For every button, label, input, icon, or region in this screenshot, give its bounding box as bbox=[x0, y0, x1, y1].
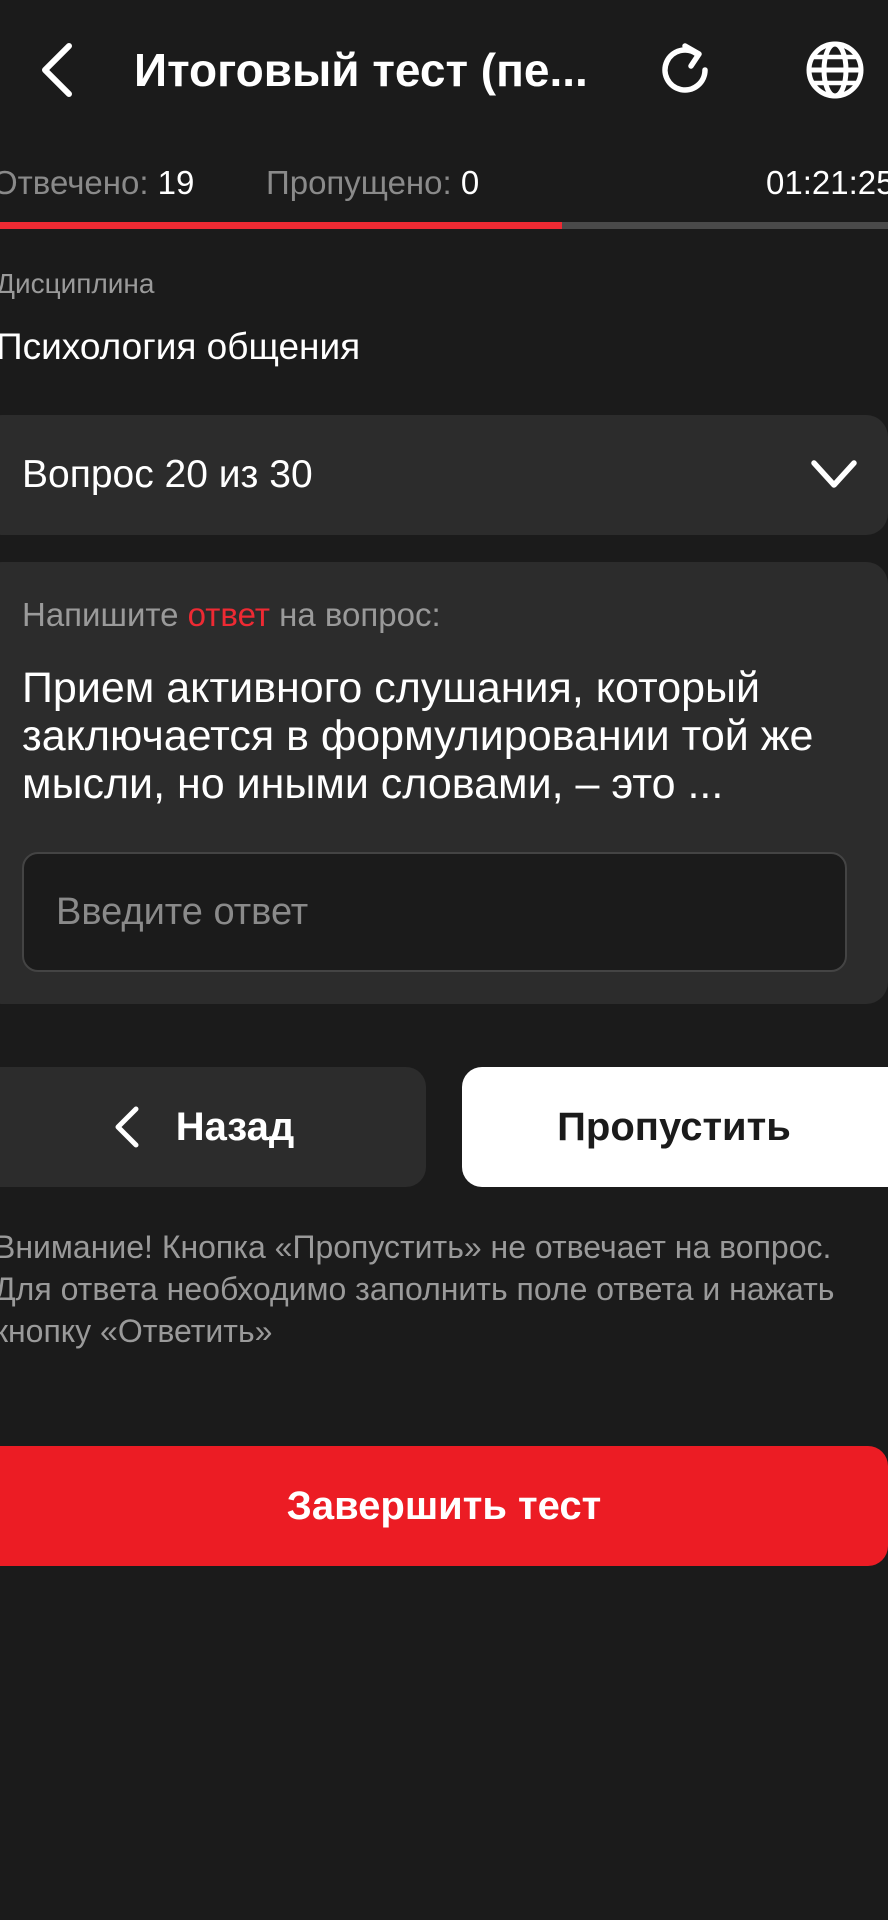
question-card: Напишите ответ на вопрос: Прием активног… bbox=[0, 562, 888, 1004]
discipline-label: Дисциплина bbox=[0, 268, 155, 299]
page-title: Итоговый тест (пе... bbox=[134, 44, 588, 96]
back-nav-button[interactable]: Назад bbox=[0, 1067, 426, 1187]
answered-counter: Отвечено: 19 bbox=[0, 158, 194, 208]
skipped-value: 0 bbox=[460, 164, 480, 201]
finish-test-label: Завершить тест bbox=[286, 1483, 602, 1528]
question-selector-label: Вопрос 20 из 30 bbox=[22, 453, 313, 496]
app-bar: Итоговый тест (пе... bbox=[0, 0, 888, 140]
language-button[interactable] bbox=[795, 30, 875, 110]
answered-value: 19 bbox=[157, 164, 195, 201]
back-button[interactable] bbox=[22, 30, 92, 110]
answer-prompt: Напишите ответ на вопрос: bbox=[22, 590, 441, 640]
chevron-left-icon bbox=[42, 43, 72, 97]
progress-bar bbox=[0, 222, 888, 229]
answered-label: Отвечено: bbox=[0, 164, 149, 201]
back-nav-label: Назад bbox=[175, 1104, 295, 1149]
refresh-button[interactable] bbox=[645, 30, 725, 110]
warning-text: Внимание! Кнопка «Пропустить» не отвечае… bbox=[0, 1229, 835, 1349]
question-text: Прием активного слушания, который заключ… bbox=[22, 664, 814, 808]
skipped-label: Пропущено: bbox=[266, 164, 452, 201]
answer-input[interactable] bbox=[22, 852, 847, 972]
skipped-counter: Пропущено: 0 bbox=[266, 158, 479, 208]
progress-fill bbox=[0, 222, 563, 229]
prompt-after: на вопрос: bbox=[269, 596, 441, 633]
skip-button[interactable]: Пропустить bbox=[462, 1067, 888, 1187]
finish-test-button[interactable]: Завершить тест bbox=[0, 1446, 888, 1566]
refresh-icon bbox=[662, 43, 708, 93]
timer: 01:21:25 bbox=[766, 164, 888, 201]
globe-icon bbox=[806, 41, 864, 99]
status-row: Отвечено: 19 Пропущено: 0 01:21:25 bbox=[0, 158, 888, 208]
chevron-left-icon bbox=[115, 1106, 139, 1148]
prompt-accent: ответ bbox=[187, 596, 270, 633]
prompt-before: Напишите bbox=[22, 596, 188, 633]
skip-label: Пропустить bbox=[557, 1104, 791, 1149]
chevron-down-icon bbox=[811, 460, 857, 488]
discipline-value: Психология общения bbox=[0, 326, 361, 367]
question-selector[interactable]: Вопрос 20 из 30 bbox=[0, 415, 888, 535]
